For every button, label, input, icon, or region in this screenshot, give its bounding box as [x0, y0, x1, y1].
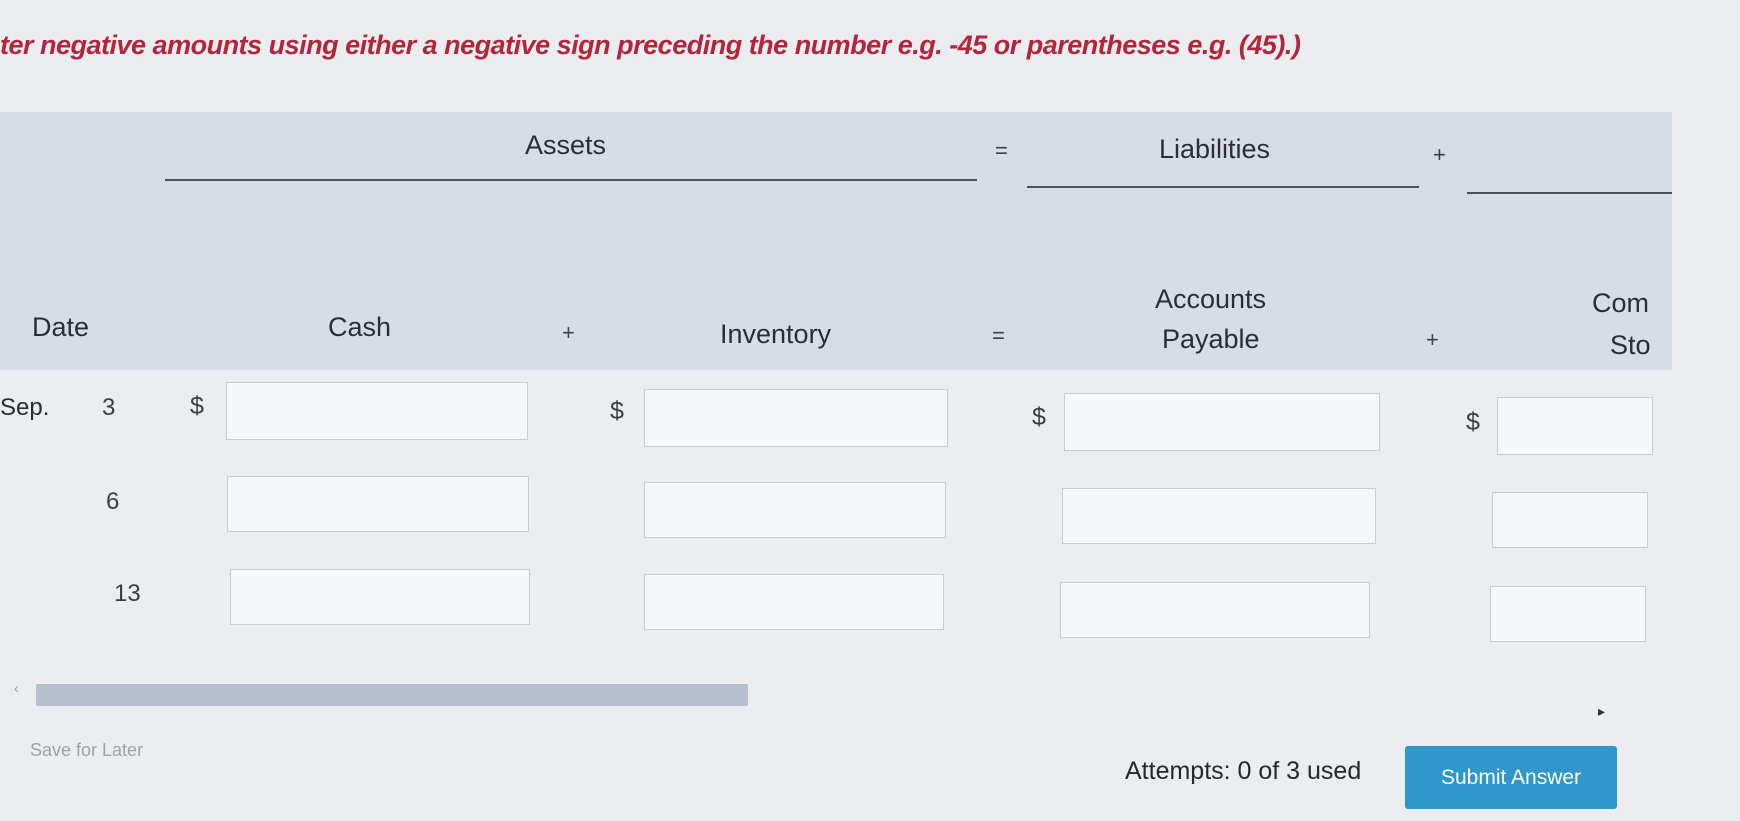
cash-input-sep-6[interactable]: [227, 476, 529, 532]
plus-sign-column-b: +: [1426, 327, 1439, 352]
scrollbar-thumb[interactable]: [36, 684, 748, 706]
column-inventory: Inventory: [720, 319, 832, 349]
column-common-stock-line2: Sto: [1610, 330, 1651, 360]
inventory-input-sep-13[interactable]: [644, 574, 944, 630]
column-cash: Cash: [328, 312, 392, 342]
liabilities-heading: Liabilities: [1159, 134, 1271, 164]
accounts-payable-input-sep-3[interactable]: [1064, 393, 1380, 451]
assets-underline: [165, 179, 977, 181]
row-day: 3: [102, 394, 116, 421]
common-stock-input-sep-13[interactable]: [1490, 586, 1646, 642]
save-for-later-button[interactable]: Save for Later: [30, 740, 143, 761]
attempts-counter: Attempts: 0 of 3 used: [1125, 757, 1362, 785]
plus-sign-column-a: +: [562, 320, 575, 345]
assets-heading: Assets: [525, 130, 607, 160]
plus-sign-header: +: [1433, 142, 1446, 167]
dollar-sign-cash: $: [190, 392, 204, 420]
dollar-sign-common-stock: $: [1466, 408, 1480, 436]
equity-underline: [1467, 192, 1672, 194]
row-day: 6: [106, 488, 120, 515]
instruction-text: ter negative amounts using either a nega…: [0, 30, 1301, 60]
column-accounts-payable-line2: Payable: [1162, 324, 1260, 354]
submit-answer-button[interactable]: Submit Answer: [1405, 746, 1617, 809]
column-common-stock-line1: Com: [1592, 288, 1650, 318]
scroll-right-arrow-icon[interactable]: ▸: [1598, 703, 1605, 720]
equals-sign-column: =: [992, 323, 1005, 348]
inventory-input-sep-6[interactable]: [644, 482, 946, 538]
table-header: [0, 112, 1672, 370]
inventory-input-sep-3[interactable]: [644, 389, 948, 447]
common-stock-input-sep-3[interactable]: [1497, 397, 1653, 455]
liabilities-underline: [1027, 186, 1419, 188]
accounts-payable-input-sep-13[interactable]: [1060, 582, 1370, 638]
column-date: Date: [32, 312, 90, 342]
row-month: Sep.: [0, 394, 50, 421]
dollar-sign-accounts-payable: $: [1032, 403, 1046, 431]
cash-input-sep-13[interactable]: [230, 569, 530, 625]
row-day: 13: [114, 580, 141, 607]
dollar-sign-inventory: $: [610, 397, 624, 425]
column-accounts-payable-line1: Accounts: [1155, 284, 1267, 314]
cash-input-sep-3[interactable]: [226, 382, 528, 440]
equals-sign-header: =: [995, 138, 1008, 163]
accounts-payable-input-sep-6[interactable]: [1062, 488, 1376, 544]
scroll-left-arrow-icon[interactable]: ‹: [14, 680, 19, 696]
common-stock-input-sep-6[interactable]: [1492, 492, 1648, 548]
